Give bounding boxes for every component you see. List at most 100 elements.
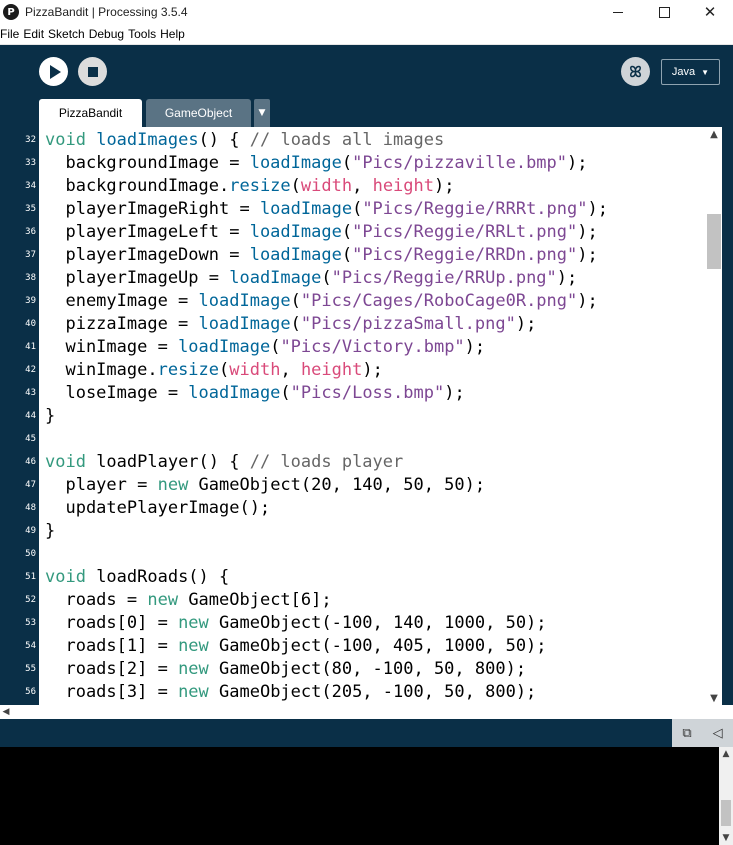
code-line[interactable]: playerImageUp = loadImage("Pics/Reggie/R… bbox=[45, 267, 577, 290]
code-token: "Pics/Reggie/RRRt.png" bbox=[362, 199, 588, 219]
console-output[interactable] bbox=[0, 747, 719, 845]
menu-sketch[interactable]: Sketch bbox=[48, 27, 89, 41]
code-token: loadImage bbox=[249, 153, 342, 173]
console-toolbar: ⧉ ◁ bbox=[672, 719, 733, 747]
code-line[interactable]: backgroundImage = loadImage("Pics/pizzav… bbox=[45, 152, 588, 175]
tab-menu-button[interactable]: ▼ bbox=[254, 99, 270, 127]
tab-pizzabandit[interactable]: PizzaBandit bbox=[39, 99, 142, 127]
code-token: roads[1] = bbox=[45, 636, 179, 656]
line-number: 37 bbox=[25, 250, 36, 260]
code-token: ); bbox=[587, 199, 608, 219]
code-line[interactable]: } bbox=[45, 405, 55, 428]
code-line[interactable]: roads = new GameObject[6]; bbox=[45, 589, 331, 612]
menu-file[interactable]: File bbox=[0, 27, 23, 41]
tab-strip: PizzaBandit GameObject ▼ bbox=[0, 97, 733, 127]
debug-button[interactable]: ꕤ bbox=[621, 57, 650, 86]
scroll-thumb[interactable] bbox=[707, 214, 721, 269]
menu-help[interactable]: Help bbox=[160, 27, 189, 41]
line-number: 49 bbox=[25, 526, 36, 536]
line-number: 53 bbox=[25, 618, 36, 628]
code-line[interactable]: void loadRoads() { bbox=[45, 566, 229, 589]
code-token: new bbox=[147, 590, 179, 610]
code-line[interactable]: } bbox=[45, 520, 55, 543]
console-scrollbar[interactable]: ▲ ▼ bbox=[719, 747, 733, 845]
code-line[interactable]: enemyImage = loadImage("Pics/Cages/RoboC… bbox=[45, 290, 597, 313]
code-token: ( bbox=[341, 222, 353, 242]
code-token: resize bbox=[157, 360, 220, 380]
code-token: new bbox=[178, 636, 209, 656]
code-token: ); bbox=[577, 222, 598, 242]
chevron-down-icon: ▼ bbox=[701, 67, 710, 77]
code-token: GameObject(20, 140, 50, 50); bbox=[188, 475, 486, 495]
maximize-icon bbox=[658, 6, 670, 18]
code-token: , bbox=[352, 176, 373, 196]
line-number: 34 bbox=[25, 181, 36, 191]
editor-vertical-scrollbar[interactable]: ▲ ▼ bbox=[706, 127, 722, 705]
code-token: loadImages bbox=[96, 130, 199, 150]
code-token: ( bbox=[270, 337, 281, 357]
code-token: playerImageUp = bbox=[45, 268, 230, 288]
code-token: // loads player bbox=[249, 452, 404, 472]
code-line[interactable]: loseImage = loadImage("Pics/Loss.bmp"); bbox=[45, 382, 464, 405]
code-token: "Pics/Reggie/RRDn.png" bbox=[352, 245, 578, 265]
code-line[interactable]: roads[2] = new GameObject(80, -100, 50, … bbox=[45, 658, 526, 681]
code-token: backgroundImage = bbox=[45, 153, 250, 173]
menu-tools[interactable]: Tools bbox=[128, 27, 160, 41]
code-token: updatePlayerImage(); bbox=[45, 498, 271, 518]
code-token: "Pics/Cages/RoboCage0R.png" bbox=[300, 291, 578, 311]
collapse-triangle-icon[interactable]: ◁ bbox=[713, 726, 723, 741]
code-token: void bbox=[45, 130, 86, 150]
code-line[interactable]: player = new GameObject(20, 140, 50, 50)… bbox=[45, 474, 485, 497]
code-token: loadImage bbox=[178, 337, 271, 357]
line-number: 44 bbox=[25, 411, 36, 421]
title-bar: P PizzaBandit | Processing 3.5.4 ✕ bbox=[0, 0, 733, 24]
run-button[interactable] bbox=[39, 57, 68, 86]
code-token: ( bbox=[341, 153, 353, 173]
code-token: () { bbox=[198, 130, 250, 150]
code-line[interactable]: roads[1] = new GameObject(-100, 405, 100… bbox=[45, 635, 546, 658]
code-line[interactable]: playerImageDown = loadImage("Pics/Reggie… bbox=[45, 244, 597, 267]
scroll-down-icon[interactable]: ▼ bbox=[719, 831, 733, 845]
code-line[interactable]: void loadImages() { // loads all images bbox=[45, 129, 444, 152]
close-button[interactable]: ✕ bbox=[687, 0, 733, 24]
code-token: "Pics/Loss.bmp" bbox=[290, 383, 445, 403]
code-line[interactable]: backgroundImage.resize(width, height); bbox=[45, 175, 454, 198]
scroll-down-icon[interactable]: ▼ bbox=[706, 691, 722, 705]
menu-debug[interactable]: Debug bbox=[89, 27, 128, 41]
window-controls: ✕ bbox=[595, 0, 733, 24]
code-token: loadPlayer() { bbox=[85, 452, 250, 472]
line-number: 39 bbox=[25, 296, 36, 306]
menu-edit[interactable]: Edit bbox=[23, 27, 48, 41]
code-editor[interactable]: void loadImages() { // loads all images … bbox=[39, 127, 706, 705]
scroll-up-icon[interactable]: ▲ bbox=[719, 747, 733, 761]
code-token: playerImageRight = bbox=[45, 199, 260, 219]
line-number: 50 bbox=[25, 549, 36, 559]
code-line[interactable]: winImage.resize(width, height); bbox=[45, 359, 382, 382]
code-token: "Pics/pizzaSmall.png" bbox=[300, 314, 516, 334]
code-token: ); bbox=[567, 153, 588, 173]
maximize-button[interactable] bbox=[641, 0, 687, 24]
code-line[interactable]: roads[0] = new GameObject(-100, 140, 100… bbox=[45, 612, 547, 635]
code-line[interactable]: playerImageRight = loadImage("Pics/Reggi… bbox=[45, 198, 608, 221]
line-number: 42 bbox=[25, 365, 36, 375]
stop-button[interactable] bbox=[78, 57, 107, 86]
code-token: ); bbox=[464, 337, 486, 357]
code-line[interactable]: playerImageLeft = loadImage("Pics/Reggie… bbox=[45, 221, 598, 244]
status-bar bbox=[0, 719, 733, 747]
code-line[interactable]: winImage = loadImage("Pics/Victory.bmp")… bbox=[45, 336, 485, 359]
editor-horizontal-scrollbar[interactable]: ◀ bbox=[0, 705, 733, 719]
code-token: height bbox=[372, 176, 434, 196]
line-number: 51 bbox=[25, 572, 36, 582]
clipboard-icon[interactable]: ⧉ bbox=[682, 726, 691, 741]
scroll-left-icon[interactable]: ◀ bbox=[0, 705, 12, 719]
code-line[interactable]: pizzaImage = loadImage("Pics/pizzaSmall.… bbox=[45, 313, 536, 336]
mode-selector[interactable]: Java ▼ bbox=[661, 59, 720, 85]
scroll-thumb[interactable] bbox=[721, 800, 731, 826]
code-token: GameObject(-100, 140, 1000, 50); bbox=[208, 613, 547, 633]
minimize-button[interactable] bbox=[595, 0, 641, 24]
code-line[interactable]: updatePlayerImage(); bbox=[45, 497, 270, 520]
scroll-up-icon[interactable]: ▲ bbox=[706, 127, 722, 141]
code-line[interactable]: void loadPlayer() { // loads player bbox=[45, 451, 403, 474]
code-line[interactable]: roads[3] = new GameObject(205, -100, 50,… bbox=[45, 681, 536, 704]
tab-gameobject[interactable]: GameObject bbox=[146, 99, 251, 127]
